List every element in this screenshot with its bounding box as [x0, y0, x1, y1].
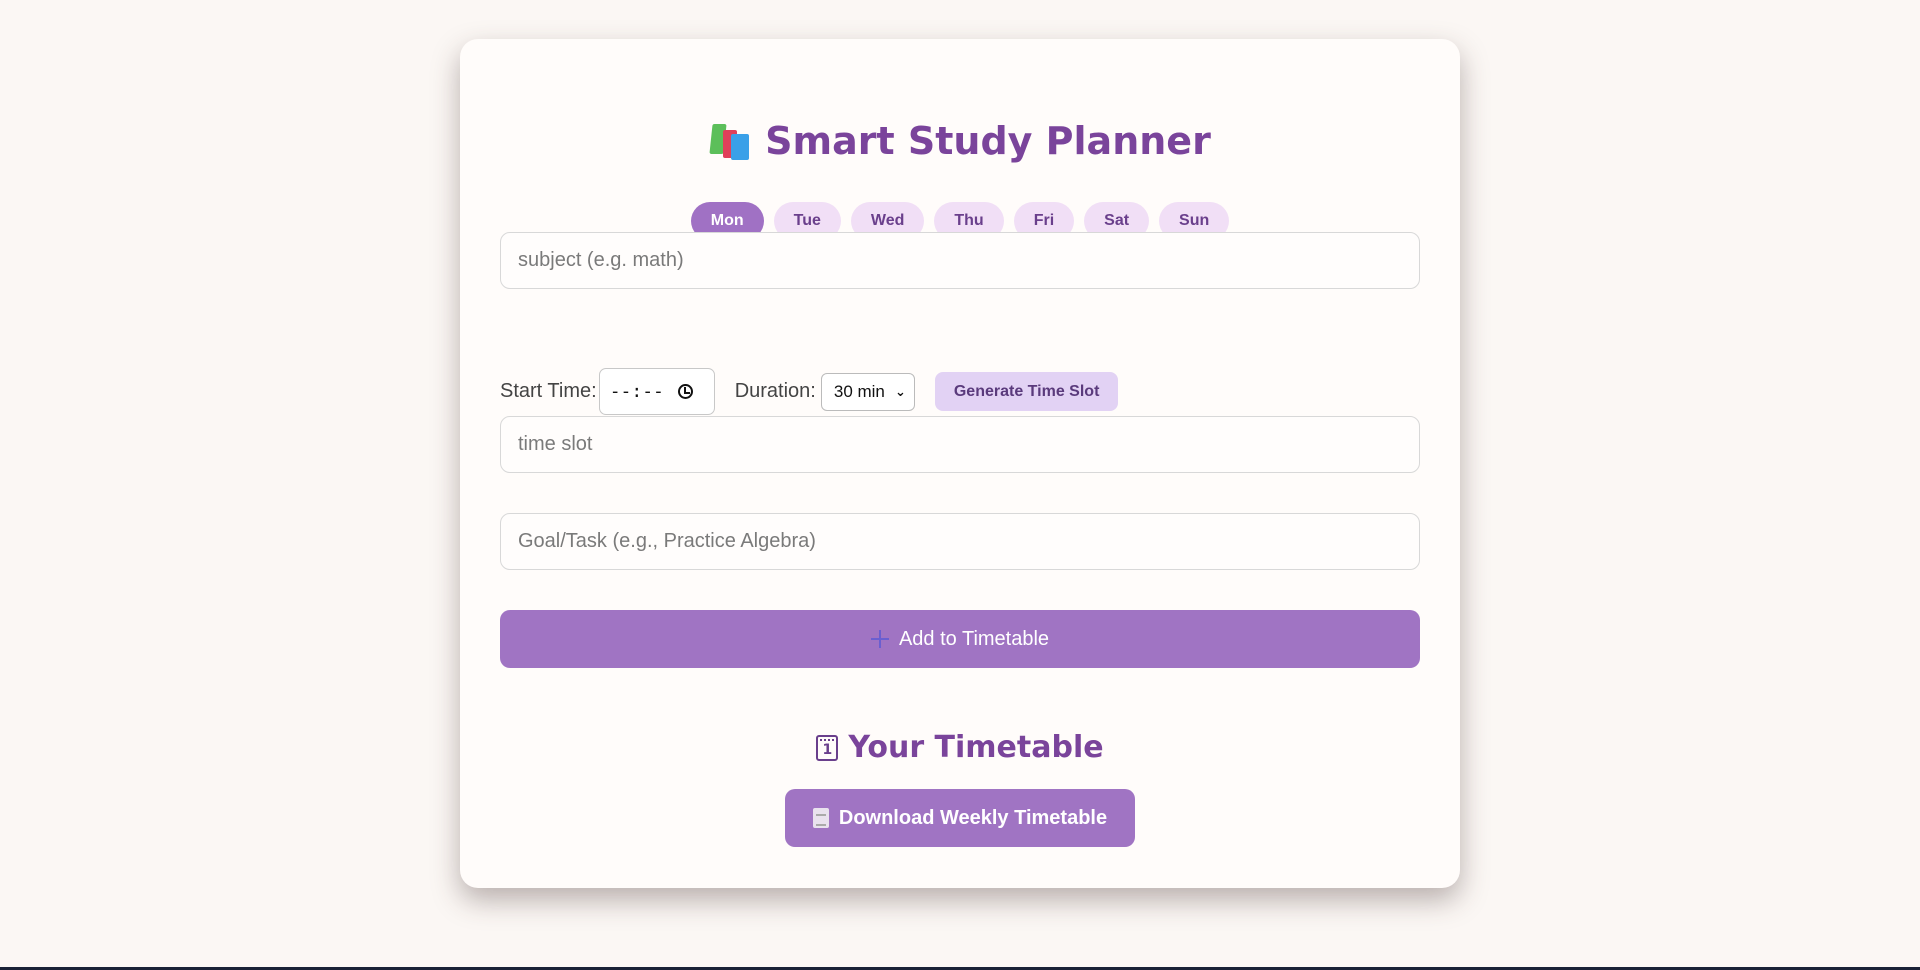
duration-value: 30 min: [833, 381, 885, 401]
clock-icon[interactable]: [677, 384, 693, 399]
add-to-timetable-button[interactable]: Add to Timetable: [500, 610, 1420, 668]
chevron-down-icon: ⌄: [894, 383, 906, 399]
time-row: Start Time: --:-- Duration: 30 min ⌄ Gen…: [500, 368, 1420, 415]
time-slot-input[interactable]: time slot: [500, 416, 1420, 473]
timetable-heading: 1 Your Timetable: [460, 730, 1460, 765]
subject-placeholder: subject (e.g. math): [518, 249, 684, 271]
subject-input[interactable]: subject (e.g. math): [500, 232, 1420, 289]
duration-select[interactable]: 30 min ⌄: [820, 372, 915, 411]
document-icon: [812, 808, 829, 828]
add-button-label: Add to Timetable: [898, 627, 1050, 650]
page-title-text: Smart Study Planner: [765, 119, 1211, 163]
start-time-input[interactable]: --:--: [598, 368, 715, 415]
page-title: Smart Study Planner: [460, 119, 1460, 163]
start-time-value: --:--: [609, 381, 664, 402]
download-timetable-button[interactable]: Download Weekly Timetable: [785, 789, 1135, 847]
goal-input[interactable]: Goal/Task (e.g., Practice Algebra): [500, 513, 1420, 570]
goal-placeholder: Goal/Task (e.g., Practice Algebra): [518, 530, 816, 552]
start-time-label: Start Time:: [500, 380, 597, 402]
time-slot-placeholder: time slot: [518, 433, 593, 455]
plus-icon: [870, 630, 889, 648]
planner-card: Smart Study Planner Mon Tue Wed Thu Fri …: [460, 39, 1460, 888]
generate-time-slot-button[interactable]: Generate Time Slot: [934, 372, 1119, 411]
download-button-label: Download Weekly Timetable: [838, 806, 1108, 829]
books-icon: [709, 120, 751, 162]
timetable-heading-text: Your Timetable: [848, 730, 1104, 765]
calendar-icon: 1: [816, 734, 839, 761]
duration-label: Duration:: [734, 380, 816, 402]
